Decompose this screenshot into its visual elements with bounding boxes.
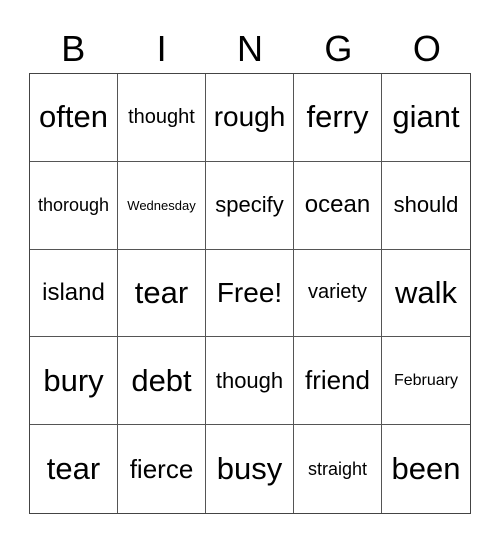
bingo-cell: been	[391, 451, 461, 487]
bingo-cell: thought	[118, 74, 206, 162]
header-letter-i: I	[156, 28, 167, 69]
bingo-cell: busy	[206, 425, 294, 513]
bingo-cell: rough	[206, 74, 294, 162]
bingo-cell: tear	[118, 249, 206, 338]
header-letter-b: B	[61, 28, 86, 69]
bingo-cell: ocean	[294, 161, 382, 250]
bingo-cell: ferry	[294, 74, 382, 162]
bingo-cell: February	[382, 337, 470, 426]
bingo-cell: specify	[206, 161, 294, 250]
bingo-cell: straight	[294, 425, 382, 513]
bingo-cell: Wednesday	[118, 161, 206, 250]
bingo-cell: walk	[382, 250, 470, 338]
header-letter-o: O	[412, 28, 441, 69]
bingo-cell: often	[30, 74, 118, 162]
bingo-cell: island	[30, 249, 118, 338]
bingo-cell: bury	[30, 337, 118, 426]
bingo-cell: though	[206, 337, 294, 426]
bingo-cell: variety	[294, 249, 382, 338]
bingo-grid: often thought rough ferry giant thorough…	[29, 73, 471, 514]
free-space: Free!	[206, 249, 294, 338]
bingo-cell: should	[382, 162, 470, 250]
bingo-cell: debt	[118, 337, 206, 426]
bingo-cell: giant	[382, 74, 470, 162]
bingo-cell: friend	[294, 337, 382, 426]
header-letter-g: G	[324, 28, 353, 69]
bingo-cell: tear	[30, 425, 118, 513]
header-letter-n: N	[237, 28, 264, 69]
bingo-header: B I N G O	[29, 26, 471, 72]
bingo-cell: thorough	[30, 161, 118, 250]
bingo-cell: fierce	[118, 425, 206, 513]
